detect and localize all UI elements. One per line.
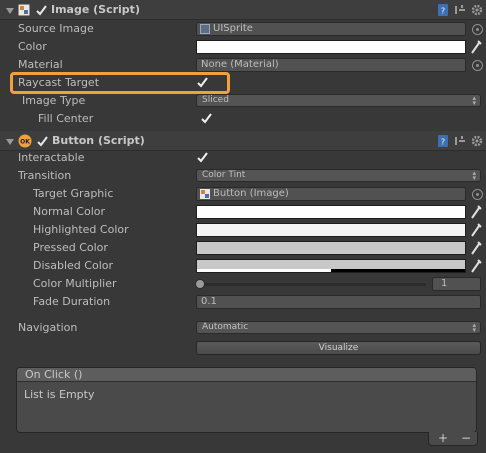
image-type-label: Image Type xyxy=(22,94,86,107)
target-graphic-field[interactable]: Button (Image) xyxy=(196,187,466,201)
object-picker-icon[interactable] xyxy=(472,189,483,200)
alpha-bar xyxy=(197,269,465,272)
normal-color-swatch[interactable] xyxy=(196,205,466,219)
normal-color-label: Normal Color xyxy=(33,205,106,218)
dropdown-arrows-icon: ▴ ▾ xyxy=(472,321,476,334)
pressed-color-label: Pressed Color xyxy=(33,241,108,254)
button-component-title: Button (Script) xyxy=(52,134,145,147)
navigation-value: Automatic xyxy=(202,322,249,332)
remove-listener-button[interactable]: − xyxy=(461,431,471,445)
dropdown-arrows-icon: ▴ ▾ xyxy=(472,169,476,182)
on-click-footer: + − xyxy=(428,431,478,446)
on-click-header: On Click () xyxy=(17,368,476,382)
color-picker-icon[interactable] xyxy=(470,259,482,273)
fade-duration-value: 0.1 xyxy=(201,296,217,307)
raycast-highlight-box xyxy=(10,72,230,94)
source-image-field[interactable]: UISprite xyxy=(196,22,466,36)
fade-duration-field[interactable]: 0.1 xyxy=(196,295,481,309)
help-book-icon[interactable]: ? xyxy=(437,135,449,147)
add-listener-button[interactable]: + xyxy=(438,431,448,445)
image-component-icon xyxy=(200,189,210,199)
button-enabled-checkbox[interactable] xyxy=(36,135,49,148)
highlighted-color-swatch[interactable] xyxy=(196,223,466,237)
color-label: Color xyxy=(18,40,47,53)
svg-text:?: ? xyxy=(441,7,445,16)
on-click-title: On Click () xyxy=(25,368,83,381)
color-multiplier-slider-track[interactable] xyxy=(200,283,426,286)
material-field[interactable]: None (Material) xyxy=(196,58,466,72)
fill-center-checkbox[interactable] xyxy=(200,112,213,125)
gear-icon[interactable] xyxy=(471,4,483,16)
fold-arrow-icon[interactable] xyxy=(6,139,14,145)
color-picker-icon[interactable] xyxy=(470,241,482,255)
preset-icon[interactable] xyxy=(454,135,466,147)
sprite-icon xyxy=(200,24,210,34)
dropdown-arrows-icon: ▴ ▾ xyxy=(472,94,476,107)
image-component-title: Image (Script) xyxy=(51,3,140,16)
fill-center-label: Fill Center xyxy=(38,112,94,125)
fade-duration-label: Fade Duration xyxy=(33,295,111,308)
transition-value: Color Tint xyxy=(202,170,246,180)
source-image-value: UISprite xyxy=(213,23,253,34)
disabled-color-label: Disabled Color xyxy=(33,259,114,272)
preset-icon[interactable] xyxy=(454,4,466,16)
visualize-button[interactable]: Visualize xyxy=(196,341,481,355)
navigation-label: Navigation xyxy=(18,321,78,334)
image-component-icon xyxy=(17,3,31,17)
image-type-value: Sliced xyxy=(202,95,229,105)
material-label: Material xyxy=(18,58,63,71)
color-multiplier-field[interactable]: 1 xyxy=(432,277,481,291)
help-book-icon[interactable]: ? xyxy=(437,4,449,16)
object-picker-icon[interactable] xyxy=(472,24,483,35)
transition-label: Transition xyxy=(18,169,72,182)
interactable-checkbox[interactable] xyxy=(196,151,209,164)
color-picker-icon[interactable] xyxy=(470,205,482,219)
color-multiplier-value: 1 xyxy=(441,278,448,289)
material-value: None (Material) xyxy=(201,59,279,70)
navigation-dropdown[interactable]: Automatic ▴ ▾ xyxy=(196,321,481,334)
transition-dropdown[interactable]: Color Tint ▴ ▾ xyxy=(196,169,481,182)
image-type-dropdown[interactable]: Sliced ▴ ▾ xyxy=(196,94,481,107)
pressed-color-swatch[interactable] xyxy=(196,241,466,255)
image-enabled-checkbox[interactable] xyxy=(35,4,48,17)
disabled-color-swatch[interactable] xyxy=(196,259,466,273)
interactable-label: Interactable xyxy=(18,151,85,164)
color-picker-icon[interactable] xyxy=(470,223,482,237)
color-picker-icon[interactable] xyxy=(470,40,482,54)
material-object-picker-icon[interactable] xyxy=(472,60,483,71)
target-graphic-label: Target Graphic xyxy=(33,187,114,200)
gear-icon[interactable] xyxy=(471,135,483,147)
source-image-label: Source Image xyxy=(18,22,94,35)
color-multiplier-slider-thumb[interactable] xyxy=(195,279,205,289)
image-color-swatch[interactable] xyxy=(196,40,466,54)
ok-badge-text: OK xyxy=(20,139,30,146)
button-ok-icon: OK xyxy=(18,134,32,148)
target-graphic-value: Button (Image) xyxy=(213,188,289,199)
image-component-header[interactable]: Image (Script) ? xyxy=(0,0,486,20)
color-multiplier-label: Color Multiplier xyxy=(33,277,117,290)
highlighted-color-label: Highlighted Color xyxy=(33,223,129,236)
button-component-header[interactable]: OK Button (Script) ? xyxy=(0,131,486,151)
list-empty-text: List is Empty xyxy=(24,388,95,401)
svg-text:?: ? xyxy=(441,138,445,147)
fold-arrow-icon[interactable] xyxy=(6,8,14,14)
on-click-event-list: On Click () List is Empty xyxy=(16,367,477,433)
